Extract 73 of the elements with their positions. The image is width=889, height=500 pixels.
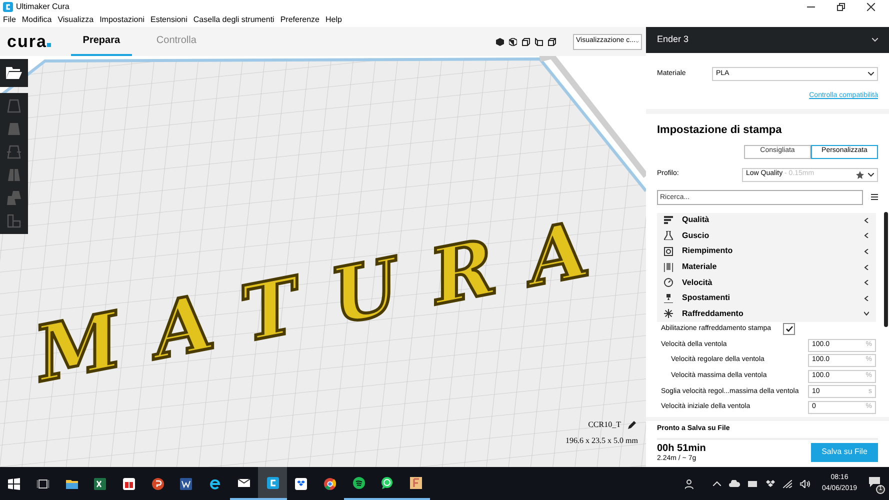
menu-icon[interactable] (871, 194, 878, 200)
check-icon (786, 326, 792, 332)
envelope-icon (238, 476, 250, 488)
letter-f-app-icon (410, 476, 422, 488)
category-header[interactable]: Spostamenti (657, 290, 876, 306)
section-title: Impostazione di stampa (657, 123, 783, 138)
chevron-up-icon[interactable] (712, 481, 721, 486)
menu-item[interactable]: Visualizza (58, 14, 94, 26)
taskbar-app[interactable] (258, 467, 287, 500)
menu-item[interactable]: Casella degli strumenti (193, 14, 274, 26)
close-icon[interactable] (867, 2, 875, 10)
chat-app-icon (381, 476, 394, 488)
lines-icon (664, 216, 673, 225)
gift-icon (123, 478, 136, 490)
browser-e-icon (209, 478, 222, 490)
category-header[interactable]: Raffreddamento (657, 306, 876, 322)
chevron-left-icon (864, 218, 869, 223)
object-name: CCR10_T (588, 419, 621, 431)
speaker-icon[interactable] (800, 480, 810, 488)
folder-icon (6, 67, 22, 79)
presentation-icon (152, 478, 164, 490)
pencil-icon[interactable] (627, 420, 636, 430)
gauge-icon (664, 278, 673, 288)
category-header[interactable]: Qualità (657, 212, 876, 228)
cloud-icon[interactable] (728, 480, 740, 487)
chevron-left-icon (864, 296, 869, 301)
logo: cura (7, 33, 47, 50)
window-title: Ultimaker Cura (16, 0, 70, 12)
scrollbar[interactable] (884, 212, 888, 327)
menu-item[interactable]: Impostazioni (100, 14, 144, 26)
category-header[interactable]: Riempimento (657, 244, 876, 260)
category-header[interactable]: Velocità (657, 274, 876, 290)
chevron-down-icon (868, 172, 874, 176)
menu-item[interactable]: Modifica (22, 14, 52, 26)
folder-icon (66, 478, 78, 490)
chevron-down-icon (868, 72, 874, 76)
nozzle-icon (664, 294, 673, 303)
battery-icon[interactable] (748, 480, 758, 486)
cube-icon[interactable] (496, 38, 504, 46)
fan-icon (664, 309, 673, 318)
windows-icon (8, 478, 20, 490)
cube-icon[interactable] (535, 38, 543, 46)
chevron-left-icon (864, 248, 869, 254)
beaker-icon (664, 231, 673, 240)
spreadsheet-icon (94, 478, 106, 490)
task-view-icon (37, 478, 50, 490)
object-size: 196.6 x 23.5 x 5.0 mm (566, 435, 638, 447)
chevron-down-icon (864, 311, 869, 316)
menu-item[interactable]: Preferenze (280, 14, 320, 26)
menu-item[interactable]: File (3, 14, 16, 26)
cube-icon[interactable] (509, 38, 517, 46)
chevron-down-icon (872, 38, 878, 42)
document-icon (180, 478, 192, 490)
pattern-square-icon (664, 246, 673, 256)
chevron-left-icon (864, 280, 869, 286)
print-time: 00h 51min (657, 442, 706, 455)
menu-item[interactable]: Estensioni (150, 14, 188, 26)
open-file-button[interactable] (0, 59, 28, 87)
chevron-left-icon (864, 264, 869, 270)
category-header[interactable]: Materiale (657, 259, 876, 275)
wifi-icon[interactable] (782, 480, 792, 488)
printer-selector[interactable]: Ender 3 (646, 27, 889, 53)
cube-icon[interactable] (522, 38, 530, 46)
menu-item[interactable]: Help (325, 14, 342, 26)
category-header[interactable]: Guscio (657, 228, 876, 244)
maximize-icon[interactable] (837, 2, 845, 10)
cube-icon[interactable] (548, 38, 556, 46)
music-app-icon (352, 476, 365, 488)
people-icon[interactable] (684, 478, 695, 488)
checkbox[interactable] (783, 323, 795, 336)
star-icon (856, 170, 864, 178)
chevron-left-icon (864, 233, 869, 238)
notification-icon[interactable] (869, 476, 880, 486)
